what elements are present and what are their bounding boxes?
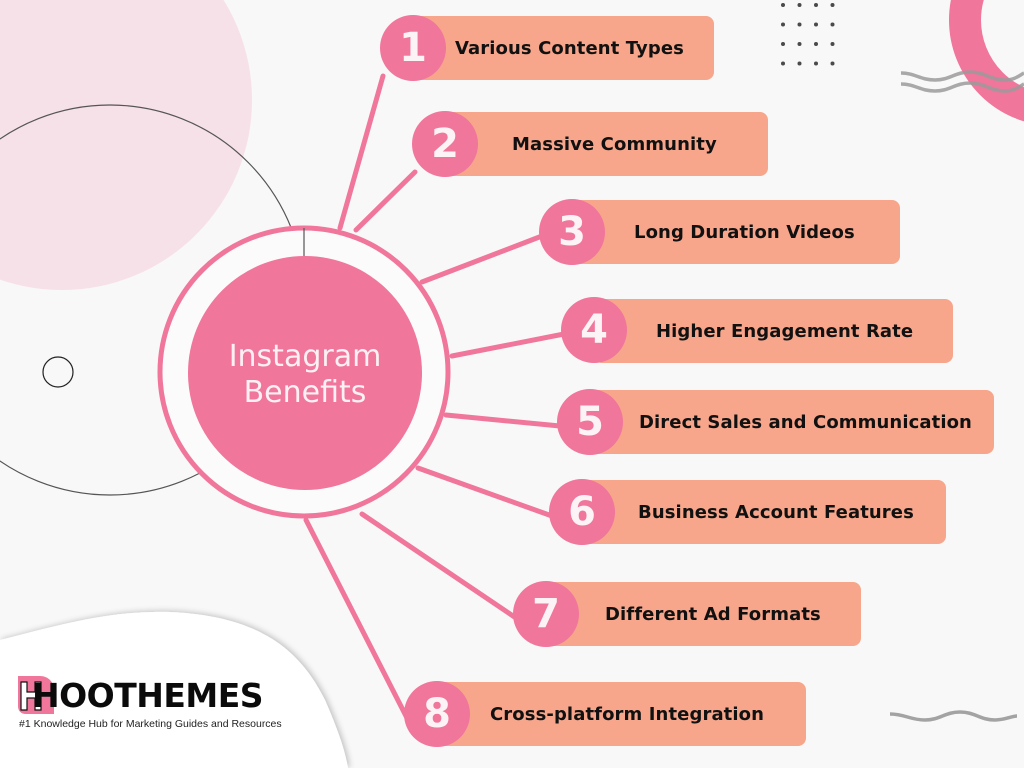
benefit-label: Massive Community (512, 133, 717, 155)
benefit-number-badge: 3 (539, 199, 605, 265)
connector-line-3 (419, 233, 545, 285)
decor-dot (830, 3, 835, 7)
decor-dot-grid (781, 3, 835, 66)
benefit-label: Higher Engagement Rate (656, 320, 914, 342)
decor-dot (830, 42, 835, 46)
brand-name: HOOTHEMES (32, 676, 264, 715)
connector-line-1 (337, 73, 386, 231)
benefit-item-2: Massive Community (445, 112, 768, 176)
benefit-number-badge: 7 (513, 581, 579, 647)
decor-dot (797, 42, 802, 46)
decor-small-circle (42, 356, 74, 388)
benefit-number-badge: 8 (404, 681, 470, 747)
brand-tagline: #1 Knowledge Hub for Marketing Guides an… (19, 718, 282, 730)
decor-dot (830, 61, 835, 66)
decor-dot (781, 3, 785, 7)
connector-line-6 (415, 465, 555, 519)
benefit-label: Different Ad Formats (605, 603, 821, 625)
decor-dot (797, 3, 802, 7)
benefit-item-1: Various Content Types (413, 16, 714, 80)
decor-dot (814, 42, 818, 46)
benefit-item-3: Long Duration Videos (572, 200, 900, 264)
decor-dot (814, 61, 818, 66)
decor-dot (781, 61, 785, 66)
benefit-number-badge: 4 (561, 297, 627, 363)
benefit-item-8: Cross-platform Integration (437, 682, 806, 746)
benefit-item-7: Different Ad Formats (546, 582, 861, 646)
decor-dot (797, 61, 802, 66)
benefit-item-4: Higher Engagement Rate (594, 299, 953, 363)
benefit-item-6: Business Account Features (582, 480, 946, 544)
connector-line-5 (443, 412, 563, 429)
benefit-label: Business Account Features (638, 501, 914, 523)
decor-dot (797, 22, 802, 27)
decor-dot (781, 22, 785, 27)
connector-line-4 (449, 331, 567, 359)
hub-title-line1: Instagram (228, 339, 382, 374)
decor-dot (814, 22, 818, 27)
decor-soft-pink-circle (0, 0, 252, 290)
connector-line-7 (359, 511, 519, 621)
connector-line-2 (353, 169, 418, 233)
benefit-label: Various Content Types (455, 37, 684, 59)
decor-dot (781, 42, 785, 46)
hub-title-line2: Benefits (243, 375, 367, 410)
connector-line-8 (303, 517, 410, 721)
decor-single-wave (889, 710, 1018, 722)
benefit-label: Direct Sales and Communication (639, 411, 972, 433)
benefit-number-badge: 1 (380, 15, 446, 81)
hub-title: Instagram Benefits (188, 258, 422, 492)
benefit-number-badge: 5 (557, 389, 623, 455)
decor-dot (830, 22, 835, 27)
decor-dot (814, 3, 818, 7)
decor-pink-ring (949, 0, 1024, 122)
benefit-label: Long Duration Videos (634, 221, 855, 243)
benefit-item-5: Direct Sales and Communication (590, 390, 994, 454)
benefit-label: Cross-platform Integration (490, 703, 765, 725)
benefit-number-badge: 2 (412, 111, 478, 177)
benefit-number-badge: 6 (549, 479, 615, 545)
